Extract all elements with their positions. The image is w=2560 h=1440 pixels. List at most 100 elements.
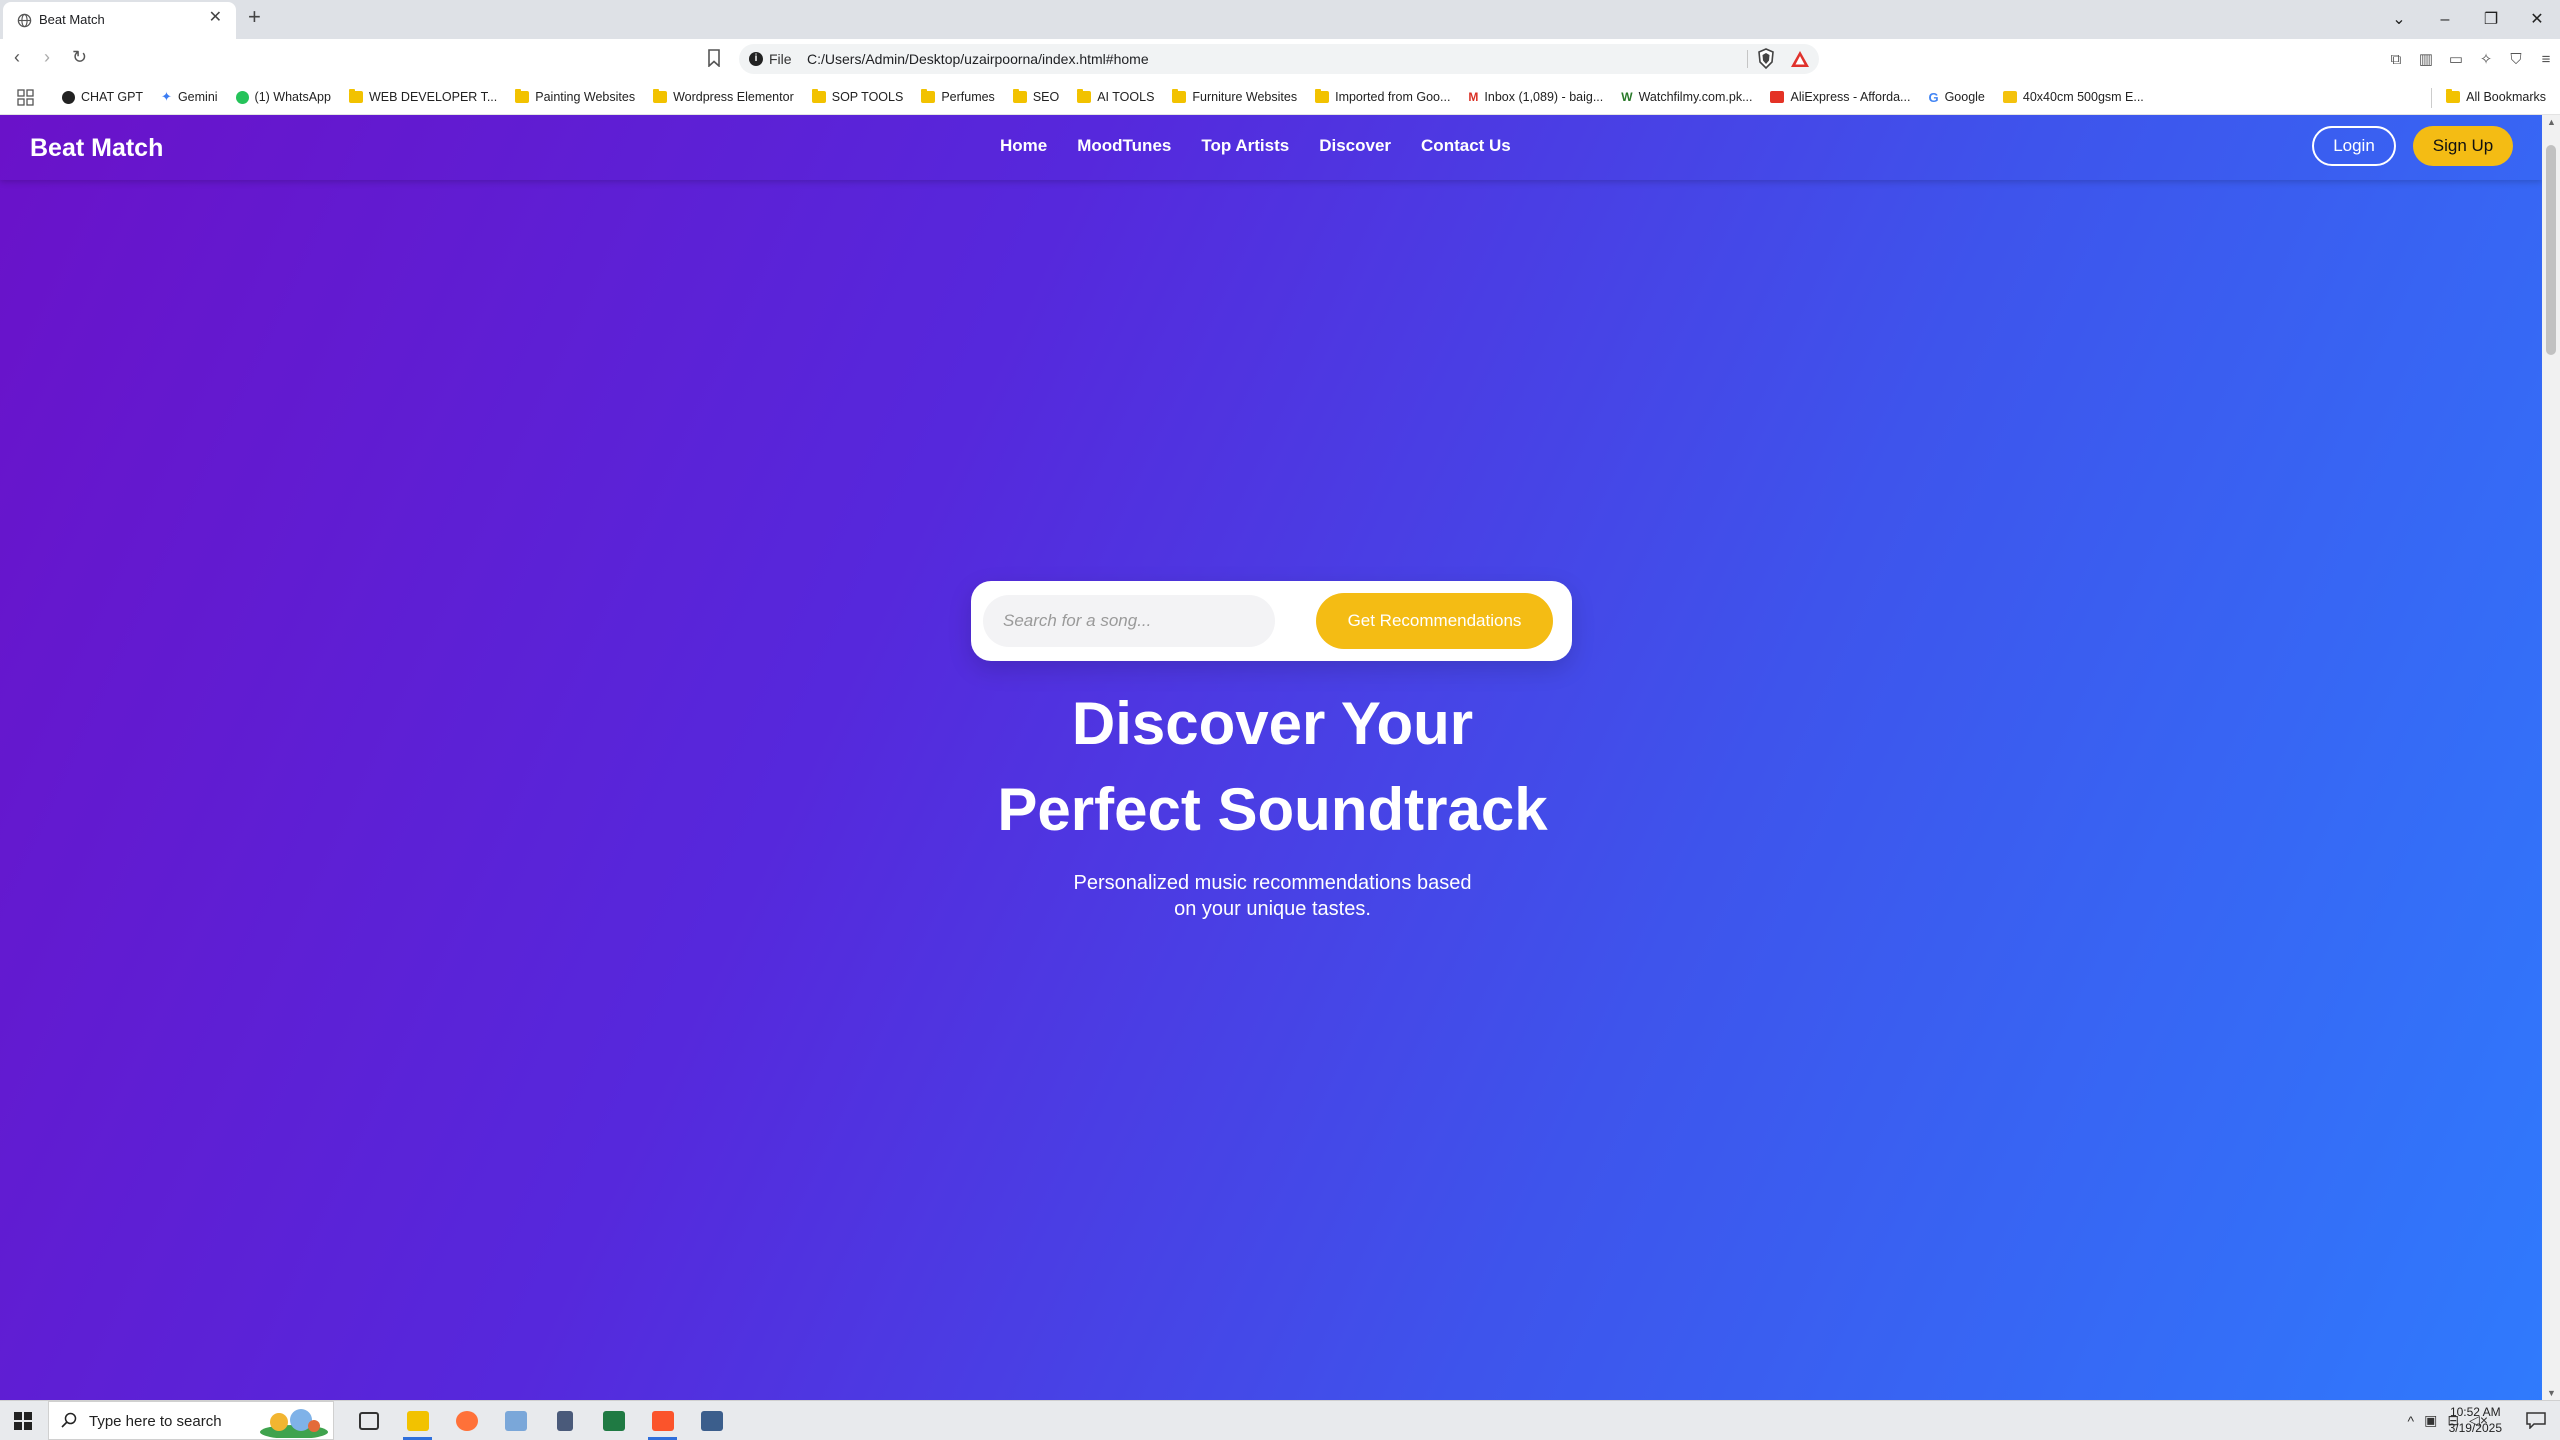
song-search-input[interactable] <box>983 595 1275 647</box>
back-icon[interactable]: ‹ <box>14 48 20 66</box>
notifications-icon[interactable] <box>2526 1412 2546 1429</box>
bookmark-folder[interactable]: Wordpress Elementor <box>653 89 794 104</box>
nav-contact-us[interactable]: Contact Us <box>1421 136 1511 156</box>
browser-tab-active[interactable]: Beat Match ✕ <box>3 2 236 39</box>
bookmark-folder[interactable]: Imported from Goo... <box>1315 89 1450 104</box>
apps-grid-icon[interactable] <box>17 89 34 106</box>
bookmark-item[interactable]: M Inbox (1,089) - baig... <box>1468 90 1603 104</box>
gmail-icon: M <box>1468 90 1479 104</box>
calculator-icon <box>556 1410 573 1431</box>
taskbar-brave[interactable] <box>638 1401 687 1440</box>
brave-shield-icon[interactable] <box>1757 48 1775 70</box>
hero-title: Discover Your Perfect Soundtrack <box>880 681 1665 853</box>
nav-top-artists[interactable]: Top Artists <box>1201 136 1289 156</box>
bookmark-item[interactable]: AliExpress - Afforda... <box>1770 90 1910 104</box>
bookmark-icon[interactable] <box>707 49 721 67</box>
taskbar-calculator[interactable] <box>540 1401 589 1440</box>
taskbar-app[interactable] <box>687 1401 736 1440</box>
bookmark-folder[interactable]: WEB DEVELOPER T... <box>348 89 497 104</box>
site-logo[interactable]: Beat Match <box>30 134 163 163</box>
show-hidden-icons-icon[interactable]: ^ <box>2408 1413 2415 1429</box>
page-scrollbar[interactable]: ▲ ▼ <box>2542 115 2560 1400</box>
scrollbar-thumb[interactable] <box>2546 145 2556 355</box>
main-nav: Home MoodTunes Top Artists Discover Cont… <box>1000 136 1511 156</box>
page-viewport: Beat Match Home MoodTunes Top Artists Di… <box>0 115 2560 1400</box>
gemini-icon: ✦ <box>161 89 172 104</box>
close-tab-icon[interactable]: ✕ <box>209 10 222 26</box>
nav-home[interactable]: Home <box>1000 136 1047 156</box>
folder-icon <box>811 89 826 103</box>
brave-rewards-icon[interactable] <box>1790 49 1810 69</box>
hero-title-line-1: Discover Your <box>1071 690 1474 757</box>
taskbar-excel[interactable] <box>589 1401 638 1440</box>
search-icon <box>61 1412 77 1428</box>
firefox-icon <box>455 1410 478 1431</box>
info-icon[interactable]: i <box>749 52 763 66</box>
task-view-button[interactable] <box>344 1401 393 1440</box>
bookmark-item[interactable]: (1) WhatsApp <box>235 90 331 104</box>
new-tab-icon[interactable]: + <box>248 6 261 28</box>
leo-ai-icon[interactable]: ✧ <box>2476 50 2496 70</box>
windows-start-icon[interactable] <box>14 1412 32 1430</box>
folder-icon <box>921 89 936 103</box>
signup-button[interactable]: Sign Up <box>2413 126 2513 166</box>
bookmark-item[interactable]: ✦ Gemini <box>161 89 218 105</box>
toolbar-right-icons: ⧉ ▥ ▭ ✧ ⛉ ≡ <box>2386 50 2556 70</box>
bookmark-item[interactable]: W Watchfilmy.com.pk... <box>1621 90 1752 104</box>
sidebar-icon[interactable]: ▥ <box>2416 50 2436 70</box>
taskbar-apps <box>344 1401 736 1440</box>
minimize-icon[interactable]: – <box>2422 0 2468 39</box>
app-icon <box>700 1410 723 1431</box>
file-explorer-icon <box>406 1410 429 1431</box>
clock-date: 3/19/2025 <box>2448 1421 2502 1435</box>
omnibox-divider <box>1747 50 1748 68</box>
hero-subtitle-line-1: Personalized music recommendations based <box>1073 872 1472 894</box>
bookmark-folder[interactable]: Furniture Websites <box>1172 89 1297 104</box>
bookmark-item[interactable]: 40x40cm 500gsm E... <box>2002 90 2144 104</box>
extensions-icon[interactable]: ⧉ <box>2386 50 2406 70</box>
url-text[interactable]: C:/Users/Admin/Desktop/uzairpoorna/index… <box>807 51 1149 67</box>
nav-moodtunes[interactable]: MoodTunes <box>1077 136 1171 156</box>
all-bookmarks-button[interactable]: All Bookmarks <box>2446 89 2546 104</box>
address-bar[interactable]: i File C:/Users/Admin/Desktop/uzairpoorn… <box>739 44 1819 74</box>
watchfilmy-icon: W <box>1621 90 1633 104</box>
taskbar-search-box[interactable]: Type here to search <box>48 1401 334 1440</box>
bookmark-folder[interactable]: Painting Websites <box>515 89 635 104</box>
bookmarks-bar: CHAT GPT ✦ Gemini (1) WhatsApp WEB DEVELO… <box>0 80 2560 115</box>
folder-icon <box>1077 89 1092 103</box>
bookmark-item[interactable]: CHAT GPT <box>62 90 143 104</box>
bookmark-folder[interactable]: Perfumes <box>921 89 995 104</box>
bookmark-item[interactable]: G Google <box>1928 90 1984 105</box>
bookmark-folder[interactable]: SEO <box>1012 89 1059 104</box>
hero-title-line-2: Perfect Soundtrack <box>997 776 1548 843</box>
taskbar-clock[interactable]: 10:52 AM 3/19/2025 <box>2449 1404 2502 1436</box>
meet-now-icon[interactable]: ▣ <box>2424 1412 2437 1429</box>
taskbar-app[interactable] <box>491 1401 540 1440</box>
reload-icon[interactable]: ↻ <box>72 48 87 66</box>
google-icon: G <box>1928 89 1939 105</box>
scroll-down-arrow-icon[interactable]: ▼ <box>2547 1388 2556 1398</box>
taskbar-file-explorer[interactable] <box>393 1401 442 1440</box>
restore-icon[interactable]: ❐ <box>2468 0 2514 39</box>
forward-icon[interactable]: › <box>44 48 50 66</box>
clock-time: 10:52 AM <box>2449 1405 2501 1419</box>
window-controls: ⌄ – ❐ ✕ <box>2376 0 2560 39</box>
task-view-icon <box>358 1411 379 1430</box>
taskbar-firefox[interactable] <box>442 1401 491 1440</box>
login-button[interactable]: Login <box>2312 126 2396 166</box>
tab-search-icon[interactable]: ⌄ <box>2376 0 2422 39</box>
nav-discover[interactable]: Discover <box>1319 136 1391 156</box>
taskbar-search-placeholder: Type here to search <box>89 1413 222 1430</box>
hero-subtitle: Personalized music recommendations based… <box>1050 870 1495 922</box>
hero-subtitle-line-2: on your unique tastes. <box>1174 898 1371 920</box>
close-window-icon[interactable]: ✕ <box>2514 0 2560 39</box>
folder-icon <box>653 89 668 103</box>
scroll-up-arrow-icon[interactable]: ▲ <box>2547 117 2556 127</box>
vpn-icon[interactable]: ⛉ <box>2506 50 2526 70</box>
get-recommendations-button[interactable]: Get Recommendations <box>1316 593 1553 649</box>
bookmark-folder[interactable]: AI TOOLS <box>1077 89 1154 104</box>
bookmark-folder[interactable]: SOP TOOLS <box>811 89 903 104</box>
aliexpress-icon <box>1770 91 1785 103</box>
wallet-icon[interactable]: ▭ <box>2446 50 2466 70</box>
menu-icon[interactable]: ≡ <box>2536 50 2556 70</box>
